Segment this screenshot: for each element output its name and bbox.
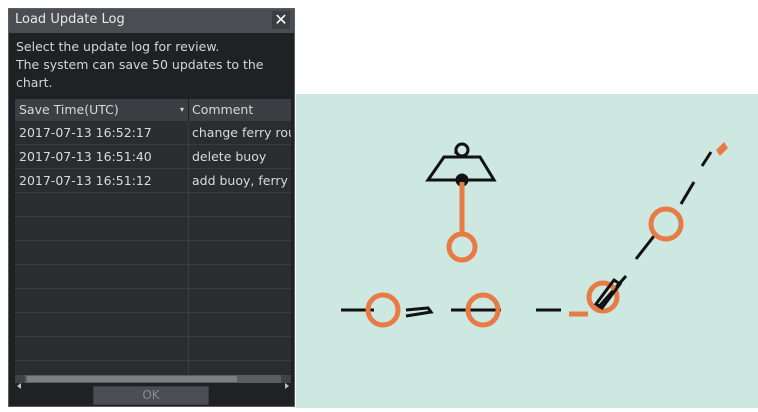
waypoint-ship-icon — [569, 277, 623, 317]
dialog-title: Load Update Log — [15, 12, 125, 27]
table-row[interactable]: 2017-07-13 16:52:17 change ferry route — [15, 121, 291, 145]
ok-button[interactable]: OK — [93, 386, 209, 405]
comment-cell: add buoy, ferry — [192, 173, 288, 188]
column-header-comment[interactable]: Comment — [189, 99, 291, 121]
instruction-line-3: chart. — [16, 75, 53, 90]
load-update-log-dialog: Load Update Log ✕ Select the update log … — [8, 8, 295, 407]
close-icon[interactable]: ✕ — [272, 11, 290, 29]
chart-preview — [296, 94, 758, 408]
save-time-cell: 2017-07-13 16:51:40 — [19, 149, 152, 164]
buoy-circle-icon — [446, 231, 478, 263]
empty-row — [15, 337, 291, 361]
horizontal-scrollbar[interactable] — [15, 375, 291, 389]
comment-cell: change ferry route — [192, 125, 291, 140]
scroll-left-icon[interactable] — [15, 375, 25, 389]
waypoint-circle-icon — [648, 206, 684, 242]
scrollbar-thumb[interactable] — [27, 376, 237, 382]
empty-row — [15, 313, 291, 337]
dialog-titlebar: Load Update Log ✕ — [9, 9, 294, 33]
table-row[interactable]: 2017-07-13 16:51:40 delete buoy — [15, 145, 291, 169]
sort-descending-icon: ▾ — [179, 105, 184, 114]
table-row[interactable]: 2017-07-13 16:51:12 add buoy, ferry — [15, 169, 291, 193]
scroll-right-icon[interactable] — [281, 375, 291, 389]
column-header-save-time[interactable]: Save Time(UTC) ▾ — [15, 99, 189, 121]
empty-row — [15, 217, 291, 241]
empty-row — [15, 193, 291, 217]
update-log-table: Save Time(UTC) ▾ Comment 2017-07-13 16:5… — [15, 99, 291, 375]
empty-row — [15, 241, 291, 265]
empty-row — [15, 265, 291, 289]
route-end-marker-icon — [716, 142, 728, 156]
save-time-cell: 2017-07-13 16:52:17 — [19, 125, 152, 140]
instruction-line-2: The system can save 50 updates to the — [16, 57, 264, 72]
column-divider — [188, 121, 189, 375]
column-header-save-time-label: Save Time(UTC) — [19, 102, 119, 117]
instruction-line-1: Select the update log for review. — [16, 39, 220, 54]
empty-row — [15, 289, 291, 313]
chart-symbols — [341, 142, 728, 328]
column-header-comment-label: Comment — [192, 102, 254, 117]
comment-cell: delete buoy — [192, 149, 267, 164]
buoy-icon — [425, 142, 497, 187]
save-time-cell: 2017-07-13 16:51:12 — [19, 173, 152, 188]
